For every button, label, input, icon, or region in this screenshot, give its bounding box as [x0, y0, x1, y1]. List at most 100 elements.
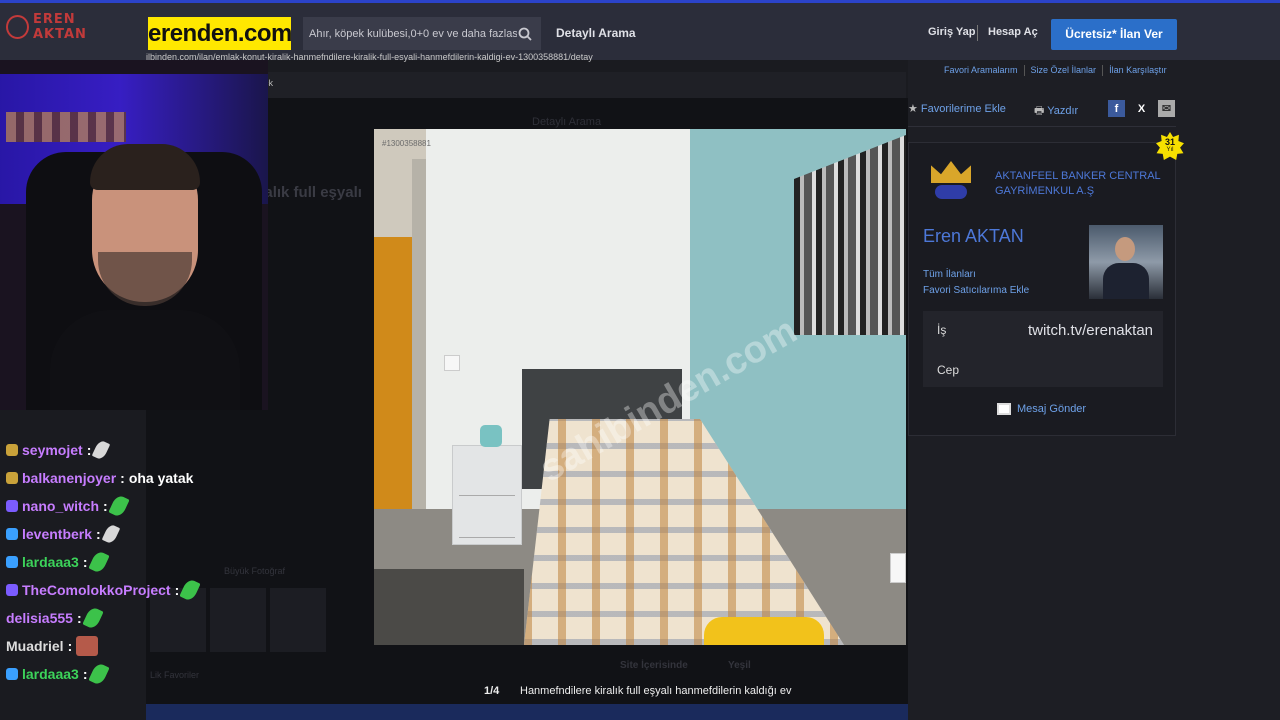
printer-icon: 🖶: [1034, 105, 1048, 117]
chat-badge-icon: [6, 472, 18, 484]
chat-message: Muadriel:: [6, 634, 99, 658]
photo-light-switch: [444, 355, 460, 371]
webcam-shelf: [6, 112, 126, 142]
post-ad-button[interactable]: Ücretsiz* İlan Ver: [1051, 19, 1177, 50]
facebook-icon[interactable]: f: [1108, 100, 1125, 117]
years-badge-label: Yıl: [1166, 147, 1174, 153]
register-link[interactable]: Hesap Aç: [988, 26, 1038, 38]
chat-message: TheComolokkoProject:: [6, 577, 201, 603]
chat-colon: :: [86, 442, 92, 458]
avatar-head: [1115, 237, 1135, 261]
send-message-button[interactable]: Mesaj Gönder: [997, 403, 1086, 415]
seller-name: Eren AKTAN: [923, 226, 1024, 246]
ghost-favorites: Lik Favoriler: [150, 670, 200, 680]
chat-message: leventberk:: [6, 522, 120, 546]
leaf-emote-icon: [82, 605, 104, 631]
chat-text: oha yatak: [128, 470, 194, 486]
work-phone-value: twitch.tv/erenaktan: [1027, 322, 1153, 339]
chat-username[interactable]: lardaaa3: [22, 666, 79, 682]
search-input[interactable]: [309, 27, 517, 40]
webcam-shirt: [50, 310, 240, 410]
compare-listings-link[interactable]: İlan Karşılaştır: [1103, 65, 1173, 76]
all-ads-link[interactable]: Tüm İlanları: [923, 269, 976, 280]
chat-username[interactable]: Muadriel: [6, 638, 64, 654]
chat-badge-icon: [6, 556, 18, 568]
stream-logo-text: EREN AKTAN: [33, 12, 87, 42]
chat-message: lardaaa3:: [6, 549, 110, 575]
stream-screen: EREN AKTAN erenden.com Detaylı Arama Gir…: [0, 0, 1280, 720]
chat-colon: :: [174, 582, 180, 598]
leaf-emote-icon: [108, 493, 130, 519]
chat-colon: :: [103, 498, 108, 514]
feather-emote-icon: [92, 439, 111, 461]
chat-colon: :: [82, 554, 88, 570]
chat-username[interactable]: seymojet: [22, 442, 83, 458]
leaf-emote-icon: [87, 549, 110, 575]
contact-info: İş twitch.tv/erenaktan Cep: [923, 311, 1163, 387]
chat-username[interactable]: leventberk: [22, 526, 92, 542]
site-logo[interactable]: erenden.com: [148, 17, 292, 50]
chat-colon: :: [67, 638, 73, 654]
search-icon[interactable]: [517, 26, 533, 42]
feather-emote-icon: [101, 523, 120, 545]
mail-icon[interactable]: ✉: [1158, 100, 1175, 117]
bottom-strip: [146, 704, 908, 720]
ghost-advanced-search: Detaylı Arama: [532, 116, 602, 128]
chat-message: seymojet:: [6, 438, 111, 462]
photo-rug: [374, 569, 524, 645]
chat-colon: :: [96, 526, 101, 542]
ghost-thumbnail: [270, 588, 326, 652]
company-name[interactable]: AKTANFEEL BANKER CENTRAL GAYRİMENKUL A.Ş: [995, 169, 1175, 199]
search-box: [303, 17, 541, 50]
add-favorites-button[interactable]: ★ Favorilerime Ekle: [908, 102, 1006, 115]
chat-username[interactable]: TheComolokkoProject: [22, 582, 171, 598]
stream-logo: EREN AKTAN: [6, 12, 130, 42]
chat-colon: :: [120, 470, 125, 486]
chat-username[interactable]: delisia555: [6, 610, 73, 626]
photo-counter: 1/4: [484, 685, 500, 697]
photo-clock: [480, 425, 502, 447]
photo-chair: [704, 617, 824, 645]
print-button[interactable]: 🖶 Yazdır: [1034, 102, 1078, 121]
print-label: Yazdır: [1047, 105, 1079, 117]
chat-username[interactable]: balkanenjoyer: [22, 470, 116, 486]
chat-username[interactable]: nano_witch: [22, 498, 99, 514]
webcam-overlay: [0, 60, 268, 410]
message-icon: [997, 403, 1011, 415]
advanced-search-link[interactable]: Detaylı Arama: [556, 26, 636, 40]
chat-badge-icon: [6, 444, 18, 456]
sidebar-divider: [908, 126, 1176, 127]
send-message-label: Mesaj Gönder: [1017, 403, 1087, 415]
chat-colon: :: [82, 666, 88, 682]
chat-badge-icon: [6, 528, 18, 540]
listing-photo[interactable]: sahibinden.com #1300358881: [374, 129, 906, 645]
header-divider: [977, 25, 978, 41]
chat-badge-icon: [6, 500, 18, 512]
favorite-searches-link[interactable]: Favori Aramalarım: [938, 65, 1024, 76]
x-icon[interactable]: X: [1133, 100, 1150, 117]
streamer-hair: [90, 144, 200, 190]
favorite-seller-link[interactable]: Favori Satıcılarıma Ekle: [923, 285, 1029, 296]
login-link[interactable]: Giriş Yap: [928, 26, 976, 38]
chat-username[interactable]: lardaaa3: [22, 554, 79, 570]
crown-glasses: [935, 185, 967, 199]
chat-message: nano_witch:: [6, 493, 130, 519]
nightstand-drawer: [459, 456, 515, 496]
mobile-phone-label: Cep: [937, 363, 960, 377]
years-badge-value: 31: [1164, 137, 1175, 147]
work-phone-label: İş: [937, 323, 947, 337]
seller-card: AKTANFEEL BANKER CENTRAL GAYRİMENKUL A.Ş…: [908, 142, 1176, 436]
photo-caption-bar: 1/4 Hanmefndilere kiralık full eşyalı ha…: [374, 680, 906, 702]
chat-badge-icon: [6, 584, 18, 596]
logo-ring-icon: [6, 15, 29, 39]
special-listings-link[interactable]: Size Özel İlanlar: [1025, 65, 1103, 76]
crown-shape: [931, 161, 971, 183]
face-emote-icon: [76, 636, 99, 656]
leaf-emote-icon: [87, 661, 110, 687]
avatar-body: [1103, 263, 1149, 299]
add-favorites-label: Favorilerime Ekle: [920, 103, 1006, 115]
photo-outlet: [890, 553, 906, 583]
ghost-large-photo-label: Büyük Fotoğraf: [224, 566, 286, 576]
chat-message: lardaaa3:: [6, 661, 110, 687]
seller-avatar: [1089, 225, 1163, 299]
